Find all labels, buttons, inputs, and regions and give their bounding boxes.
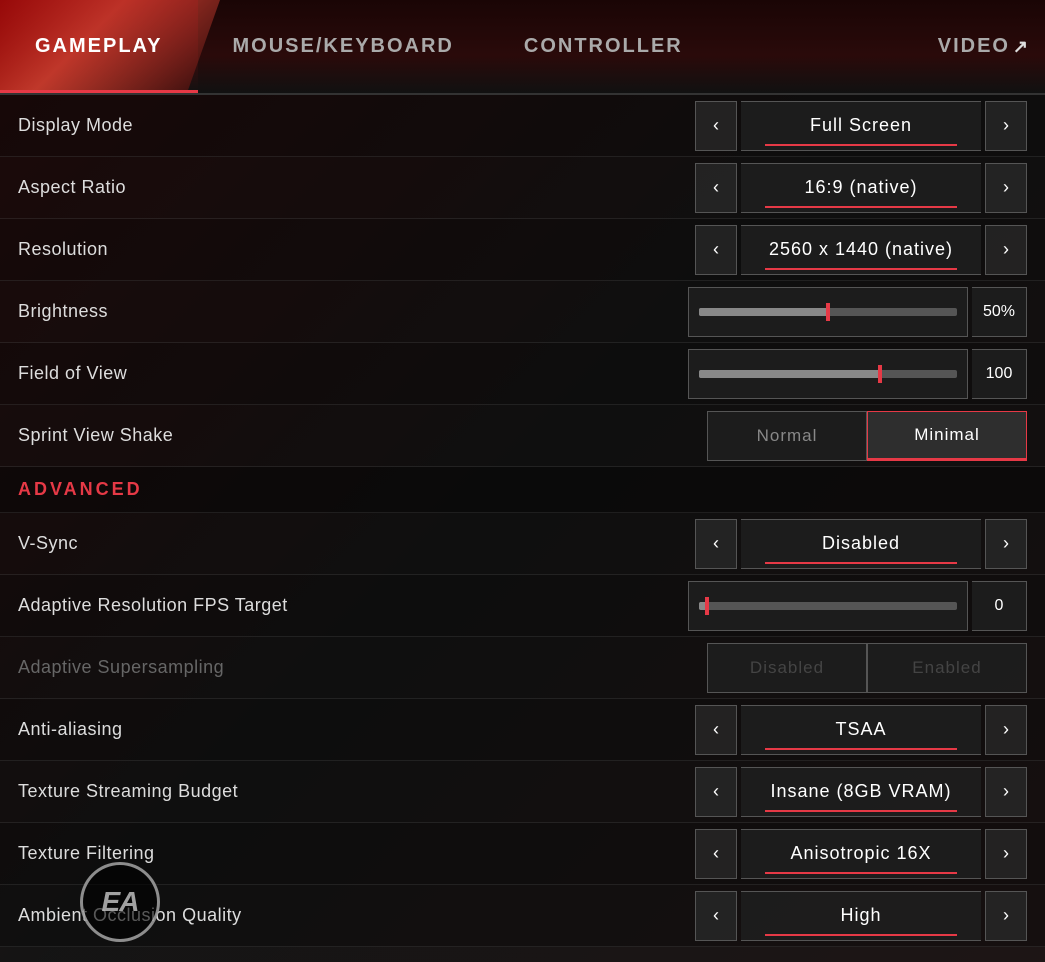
fov-value: 100 bbox=[972, 349, 1027, 399]
display-mode-control: ‹ Full Screen › bbox=[695, 101, 1027, 151]
resolution-control: ‹ 2560 x 1440 (native) › bbox=[695, 225, 1027, 275]
adaptive-ss-label: Adaptive Supersampling bbox=[18, 657, 707, 678]
ea-logo-text: EA bbox=[102, 886, 139, 918]
fov-fill bbox=[699, 370, 880, 378]
sprint-shake-normal[interactable]: Normal bbox=[707, 411, 867, 461]
advanced-title: ADVANCED bbox=[18, 479, 143, 499]
aspect-ratio-prev[interactable]: ‹ bbox=[695, 163, 737, 213]
advanced-section-header: ADVANCED bbox=[0, 467, 1045, 513]
aspect-ratio-row: Aspect Ratio ‹ 16:9 (native) › bbox=[0, 157, 1045, 219]
adaptive-res-track bbox=[699, 602, 957, 610]
brightness-track bbox=[699, 308, 957, 316]
display-mode-prev[interactable]: ‹ bbox=[695, 101, 737, 151]
anti-aliasing-value: TSAA bbox=[741, 705, 981, 755]
cursor-icon: ↗ bbox=[1013, 36, 1030, 57]
texture-streaming-value: Insane (8GB VRAM) bbox=[741, 767, 981, 817]
tab-gameplay[interactable]: GAMEPLAY bbox=[0, 0, 198, 93]
texture-streaming-label: Texture Streaming Budget bbox=[18, 781, 695, 802]
adaptive-ss-enabled[interactable]: Enabled bbox=[867, 643, 1027, 693]
adaptive-ss-toggle: Disabled Enabled bbox=[707, 643, 1027, 693]
fov-control: 100 bbox=[688, 349, 1027, 399]
adaptive-res-thumb bbox=[705, 597, 709, 615]
aspect-ratio-control: ‹ 16:9 (native) › bbox=[695, 163, 1027, 213]
ambient-occlusion-next[interactable]: › bbox=[985, 891, 1027, 941]
brightness-control: 50% bbox=[688, 287, 1027, 337]
texture-streaming-row: Texture Streaming Budget ‹ Insane (8GB V… bbox=[0, 761, 1045, 823]
texture-streaming-prev[interactable]: ‹ bbox=[695, 767, 737, 817]
display-mode-label: Display Mode bbox=[18, 115, 695, 136]
texture-streaming-control: ‹ Insane (8GB VRAM) › bbox=[695, 767, 1027, 817]
resolution-prev[interactable]: ‹ bbox=[695, 225, 737, 275]
anti-aliasing-prev[interactable]: ‹ bbox=[695, 705, 737, 755]
vsync-prev[interactable]: ‹ bbox=[695, 519, 737, 569]
vsync-label: V-Sync bbox=[18, 533, 695, 554]
resolution-value: 2560 x 1440 (native) bbox=[741, 225, 981, 275]
ea-logo: EA bbox=[80, 862, 160, 942]
adaptive-res-row: Adaptive Resolution FPS Target 0 bbox=[0, 575, 1045, 637]
sprint-shake-toggle: Normal Minimal bbox=[707, 411, 1027, 461]
display-mode-next[interactable]: › bbox=[985, 101, 1027, 151]
texture-streaming-next[interactable]: › bbox=[985, 767, 1027, 817]
settings-content: Display Mode ‹ Full Screen › Aspect Rati… bbox=[0, 95, 1045, 947]
adaptive-res-slider[interactable] bbox=[688, 581, 968, 631]
sprint-shake-row: Sprint View Shake Normal Minimal bbox=[0, 405, 1045, 467]
adaptive-ss-row: Adaptive Supersampling Disabled Enabled bbox=[0, 637, 1045, 699]
resolution-next[interactable]: › bbox=[985, 225, 1027, 275]
nav-tabs: GAMEPLAY MOUSE/KEYBOARD CONTROLLER VIDEO… bbox=[0, 0, 1045, 93]
adaptive-res-label: Adaptive Resolution FPS Target bbox=[18, 595, 688, 616]
anti-aliasing-row: Anti-aliasing ‹ TSAA › bbox=[0, 699, 1045, 761]
tab-mouse-keyboard[interactable]: MOUSE/KEYBOARD bbox=[198, 0, 489, 93]
adaptive-ss-control: Disabled Enabled bbox=[707, 643, 1027, 693]
brightness-label: Brightness bbox=[18, 301, 688, 322]
vsync-row: V-Sync ‹ Disabled › bbox=[0, 513, 1045, 575]
display-mode-row: Display Mode ‹ Full Screen › bbox=[0, 95, 1045, 157]
fov-row: Field of View 100 bbox=[0, 343, 1045, 405]
texture-filtering-value: Anisotropic 16X bbox=[741, 829, 981, 879]
display-mode-value: Full Screen bbox=[741, 101, 981, 151]
ambient-occlusion-control: ‹ High › bbox=[695, 891, 1027, 941]
texture-filtering-next[interactable]: › bbox=[985, 829, 1027, 879]
texture-filtering-prev[interactable]: ‹ bbox=[695, 829, 737, 879]
texture-filtering-row: Texture Filtering ‹ Anisotropic 16X › bbox=[0, 823, 1045, 885]
resolution-label: Resolution bbox=[18, 239, 695, 260]
texture-filtering-control: ‹ Anisotropic 16X › bbox=[695, 829, 1027, 879]
anti-aliasing-label: Anti-aliasing bbox=[18, 719, 695, 740]
sprint-shake-minimal[interactable]: Minimal bbox=[867, 411, 1027, 461]
brightness-thumb bbox=[826, 303, 830, 321]
vsync-control: ‹ Disabled › bbox=[695, 519, 1027, 569]
tab-video[interactable]: VIDEO ↗ bbox=[903, 0, 1045, 93]
fov-slider[interactable] bbox=[688, 349, 968, 399]
vsync-next[interactable]: › bbox=[985, 519, 1027, 569]
brightness-row: Brightness 50% bbox=[0, 281, 1045, 343]
aspect-ratio-next[interactable]: › bbox=[985, 163, 1027, 213]
brightness-fill bbox=[699, 308, 828, 316]
ambient-occlusion-prev[interactable]: ‹ bbox=[695, 891, 737, 941]
adaptive-ss-disabled[interactable]: Disabled bbox=[707, 643, 867, 693]
adaptive-res-control: 0 bbox=[688, 581, 1027, 631]
tab-controller[interactable]: CONTROLLER bbox=[489, 0, 718, 93]
ambient-occlusion-value: High bbox=[741, 891, 981, 941]
vsync-value: Disabled bbox=[741, 519, 981, 569]
fov-label: Field of View bbox=[18, 363, 688, 384]
adaptive-res-fill bbox=[699, 602, 707, 610]
sprint-shake-control: Normal Minimal bbox=[707, 411, 1027, 461]
anti-aliasing-control: ‹ TSAA › bbox=[695, 705, 1027, 755]
sprint-shake-label: Sprint View Shake bbox=[18, 425, 707, 446]
anti-aliasing-next[interactable]: › bbox=[985, 705, 1027, 755]
brightness-slider[interactable] bbox=[688, 287, 968, 337]
resolution-row: Resolution ‹ 2560 x 1440 (native) › bbox=[0, 219, 1045, 281]
adaptive-res-value: 0 bbox=[972, 581, 1027, 631]
header-nav: GAMEPLAY MOUSE/KEYBOARD CONTROLLER VIDEO… bbox=[0, 0, 1045, 95]
brightness-value: 50% bbox=[972, 287, 1027, 337]
aspect-ratio-label: Aspect Ratio bbox=[18, 177, 695, 198]
fov-thumb bbox=[878, 365, 882, 383]
texture-filtering-label: Texture Filtering bbox=[18, 843, 695, 864]
fov-track bbox=[699, 370, 957, 378]
aspect-ratio-value: 16:9 (native) bbox=[741, 163, 981, 213]
